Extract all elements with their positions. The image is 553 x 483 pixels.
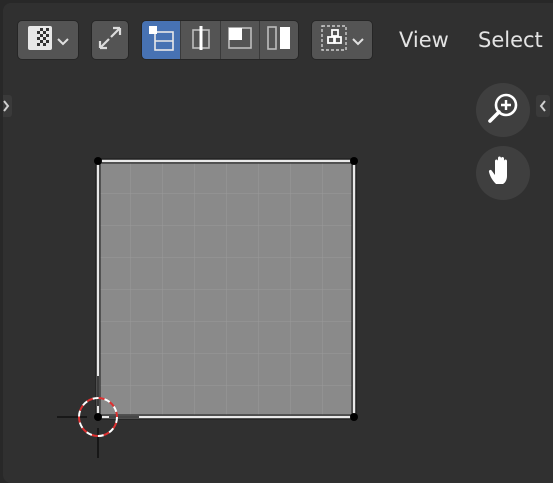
uv-vertex[interactable] — [350, 157, 358, 165]
uv-vertex[interactable] — [94, 157, 102, 165]
uv-vertex[interactable] — [350, 413, 358, 421]
uv-face[interactable] — [98, 161, 354, 417]
uv-editor: View Select — [3, 3, 553, 483]
uv-vertex[interactable] — [94, 413, 102, 421]
uv-canvas[interactable] — [3, 3, 553, 482]
